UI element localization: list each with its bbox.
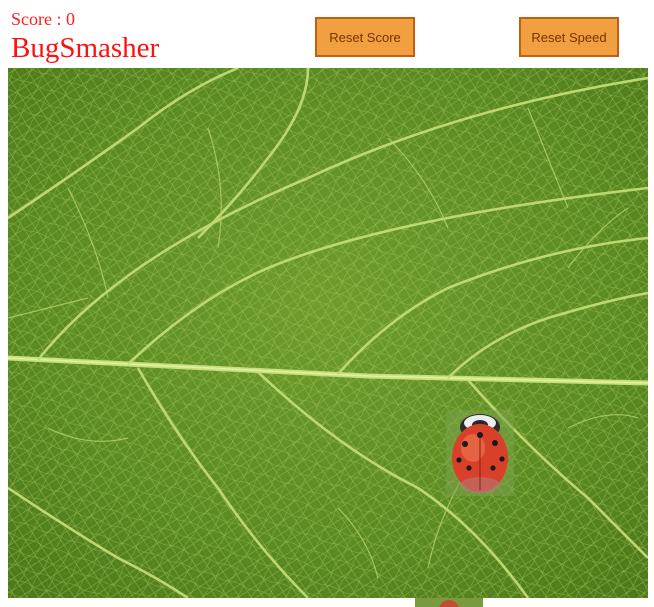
- leaf-background: [8, 68, 648, 598]
- game-title: BugSmasher: [11, 32, 160, 64]
- game-canvas[interactable]: [8, 68, 648, 598]
- score-label: Score :: [11, 9, 66, 29]
- reset-score-button[interactable]: Reset Score: [315, 17, 415, 57]
- score-value: 0: [65, 9, 75, 29]
- ladybug-icon: [446, 410, 514, 496]
- bugsmasher-app: Score : 0 BugSmasher Reset Score Reset S…: [0, 0, 654, 607]
- ladybug-target[interactable]: [446, 410, 514, 496]
- ladybug-partial[interactable]: [415, 598, 483, 607]
- reset-speed-button[interactable]: Reset Speed: [519, 17, 619, 57]
- score-display: Score : 0: [11, 9, 75, 29]
